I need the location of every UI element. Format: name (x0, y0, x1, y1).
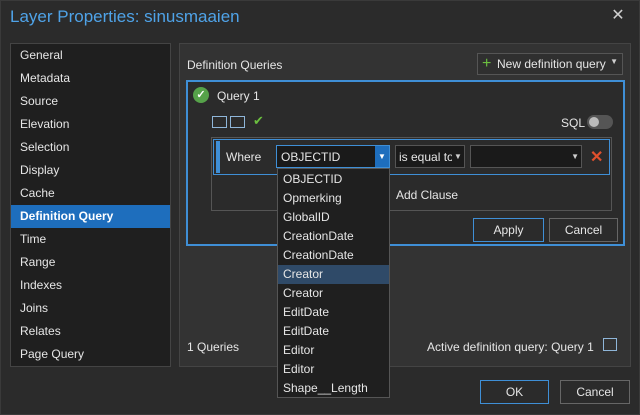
apply-button[interactable]: Apply (473, 218, 544, 242)
sidebar-item-selection[interactable]: Selection (11, 136, 170, 159)
add-clause-button[interactable]: Add Clause (396, 188, 458, 202)
field-option-creator[interactable]: Creator (278, 284, 389, 303)
sql-toggle[interactable] (587, 115, 613, 129)
where-label: Where (226, 150, 262, 164)
field-option-opmerking[interactable]: Opmerking (278, 189, 389, 208)
valid-check-icon: ✓ (193, 87, 209, 103)
sidebar-item-metadata[interactable]: Metadata (11, 67, 170, 90)
toggle-knob (589, 117, 599, 127)
query-list-icon[interactable] (603, 338, 617, 351)
query-cancel-button[interactable]: Cancel (549, 218, 618, 242)
field-option-editor[interactable]: Editor (278, 360, 389, 379)
outdent-icon[interactable] (230, 116, 245, 128)
chevron-down-icon[interactable]: ▼ (375, 146, 389, 167)
value-select[interactable]: ▼ (470, 145, 582, 168)
sidebar-nav: General Metadata Source Elevation Select… (10, 43, 171, 367)
chevron-down-icon[interactable]: ▼ (452, 146, 464, 167)
close-icon[interactable]: ✕ (606, 4, 630, 28)
sidebar-item-range[interactable]: Range (11, 251, 170, 274)
field-dropdown-list: OBJECTID Opmerking GlobalID CreationDate… (277, 168, 390, 398)
sidebar-item-source[interactable]: Source (11, 90, 170, 113)
sidebar-item-page-query[interactable]: Page Query (11, 343, 170, 366)
chevron-down-icon[interactable]: ▼ (610, 57, 618, 66)
field-option-creationdate[interactable]: CreationDate (278, 246, 389, 265)
plus-icon: + (482, 55, 492, 72)
new-definition-query-button[interactable]: + New definition query ▼ (477, 53, 623, 75)
sidebar-item-definition-query[interactable]: Definition Query (11, 205, 170, 228)
field-option-editdate[interactable]: EditDate (278, 303, 389, 322)
delete-clause-icon[interactable]: ✕ (590, 147, 603, 167)
clause-selection-bar (216, 141, 220, 173)
sidebar-item-joins[interactable]: Joins (11, 297, 170, 320)
field-select[interactable]: OBJECTID ▼ (276, 145, 390, 168)
verify-check-icon[interactable]: ✔ (253, 113, 264, 129)
sidebar-item-elevation[interactable]: Elevation (11, 113, 170, 136)
active-query-label: Active definition query: Query 1 (427, 340, 594, 354)
field-option-creator[interactable]: Creator (278, 265, 389, 284)
sidebar-item-indexes[interactable]: Indexes (11, 274, 170, 297)
field-option-shape-length[interactable]: Shape__Length (278, 379, 389, 398)
section-label: Definition Queries (187, 58, 283, 72)
sidebar-item-general[interactable]: General (11, 44, 170, 67)
chevron-down-icon[interactable]: ▼ (571, 146, 579, 167)
field-option-editdate[interactable]: EditDate (278, 322, 389, 341)
operator-select-value: is equal to (399, 150, 454, 164)
queries-count: 1 Queries (187, 340, 240, 354)
sidebar-item-relates[interactable]: Relates (11, 320, 170, 343)
new-query-label: New definition query (497, 57, 606, 71)
field-option-globalid[interactable]: GlobalID (278, 208, 389, 227)
operator-select[interactable]: is equal to ▼ (395, 145, 465, 168)
sidebar-item-time[interactable]: Time (11, 228, 170, 251)
sql-label: SQL (561, 116, 586, 130)
field-option-objectid[interactable]: OBJECTID (278, 170, 389, 189)
sidebar-item-display[interactable]: Display (11, 159, 170, 182)
field-option-editor[interactable]: Editor (278, 341, 389, 360)
window-title: Layer Properties: sinusmaaien (10, 7, 240, 26)
query-name[interactable]: Query 1 (217, 89, 260, 103)
cancel-button[interactable]: Cancel (560, 380, 630, 404)
sidebar-item-cache[interactable]: Cache (11, 182, 170, 205)
ok-button[interactable]: OK (480, 380, 549, 404)
field-option-creationdate[interactable]: CreationDate (278, 227, 389, 246)
indent-icon[interactable] (212, 116, 227, 128)
field-select-value: OBJECTID (281, 150, 341, 164)
